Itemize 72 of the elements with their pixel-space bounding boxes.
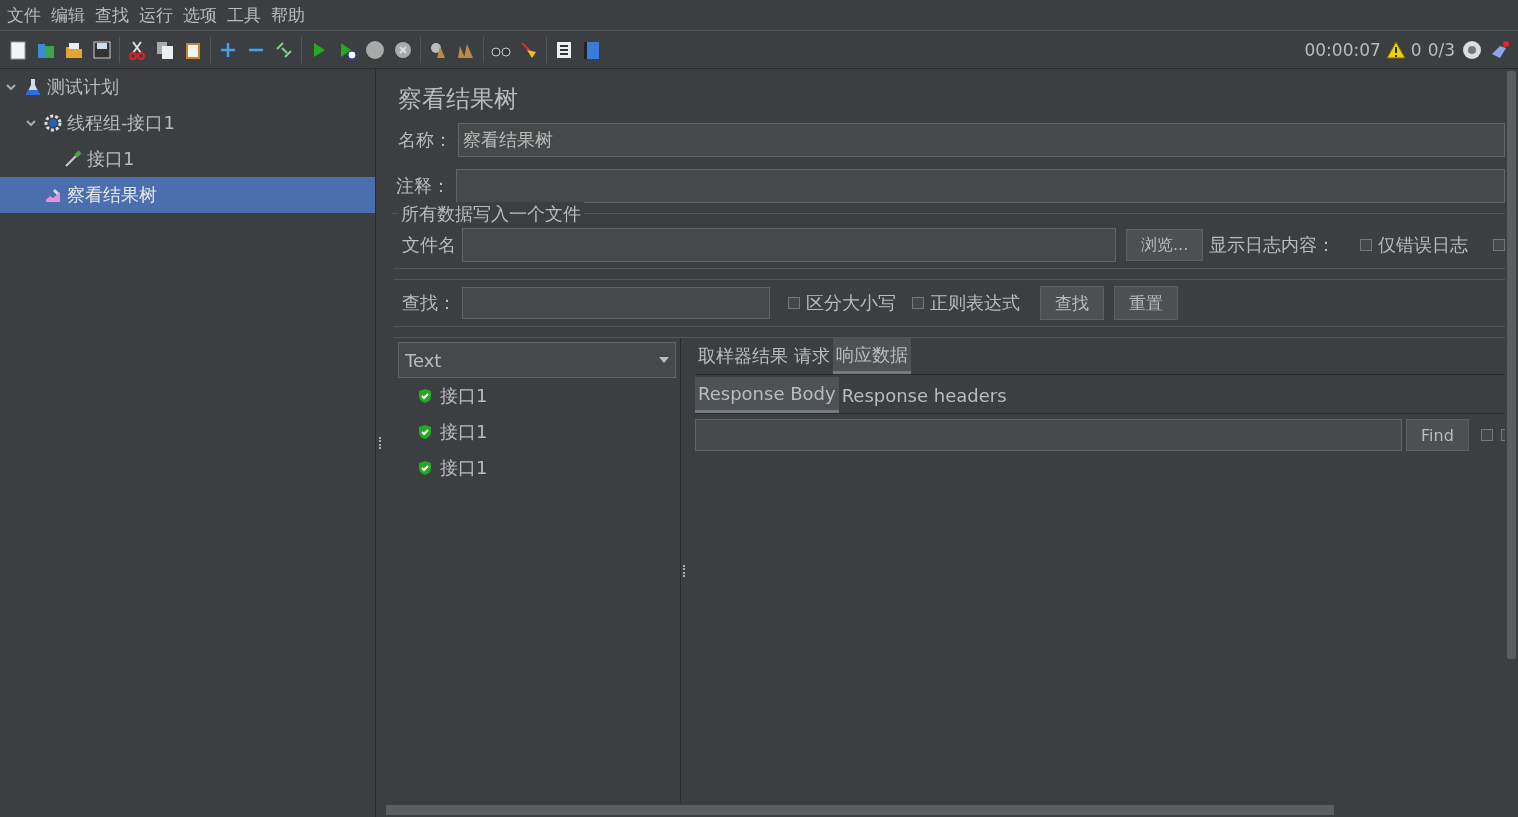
file-name-field[interactable] (462, 228, 1116, 262)
file-name-label: 文件名 (402, 233, 456, 257)
tab[interactable]: 请求 (791, 338, 833, 374)
stop-icon[interactable] (365, 39, 385, 60)
new-document-icon[interactable] (8, 39, 28, 60)
copy-icon[interactable] (155, 39, 175, 60)
checkbox[interactable] (912, 297, 924, 309)
toggle-icon[interactable] (274, 39, 294, 60)
tab[interactable]: Response headers (838, 377, 1010, 413)
help-book-icon[interactable] (582, 39, 602, 60)
scrollbar-thumb[interactable] (1507, 71, 1516, 659)
result-item[interactable]: 接口1 (398, 378, 676, 414)
checkbox-label: 正则表达式 (930, 291, 1020, 315)
log-label: 显示日志内容： (1209, 233, 1336, 257)
splitter-grip[interactable] (379, 437, 383, 449)
menu-item[interactable]: 工具 (222, 3, 266, 27)
tab[interactable]: 响应数据 (833, 338, 911, 374)
result-item[interactable]: 接口1 (398, 414, 676, 450)
menu-item[interactable]: 运行 (134, 3, 178, 27)
scrollbar-thumb[interactable] (386, 805, 1334, 815)
checkbox[interactable] (788, 297, 800, 309)
checkbox[interactable] (1493, 239, 1505, 251)
chart-icon (44, 186, 62, 204)
caret-icon (659, 357, 669, 363)
name-field[interactable]: 察看结果树 (458, 123, 1505, 157)
scissors-icon[interactable] (127, 39, 147, 60)
renderer-dropdown[interactable]: Text (398, 342, 676, 378)
panel-title: 察看结果树 (397, 84, 519, 115)
tree-item[interactable]: 察看结果树 (0, 177, 375, 213)
menu-item[interactable]: 编辑 (46, 3, 90, 27)
checkbox[interactable] (1480, 429, 1493, 441)
menu-item[interactable]: 查找 (90, 3, 134, 27)
checkbox-label: 区分大小写 (806, 291, 896, 315)
search-label: 查找： (402, 291, 456, 315)
success-shield-icon (418, 424, 432, 440)
find-button[interactable]: Find (1406, 419, 1469, 451)
success-shield-icon (418, 388, 432, 404)
shutdown-icon[interactable] (393, 39, 413, 60)
tab[interactable]: 取样器结果 (695, 338, 791, 374)
elapsed-time: 00:00:07 (1304, 39, 1381, 60)
gear-icon (44, 114, 62, 132)
warning-count: 0 (1410, 39, 1422, 60)
tree-item[interactable]: 测试计划 (0, 69, 375, 105)
tree-item[interactable]: 接口1 (0, 141, 375, 177)
save-icon[interactable] (92, 39, 112, 60)
tree-item[interactable]: 线程组-接口1 (0, 105, 375, 141)
splitter-grip[interactable] (683, 564, 687, 577)
menu-item[interactable]: 帮助 (266, 3, 310, 27)
tab[interactable]: Response Body (695, 377, 839, 413)
find-field[interactable] (695, 419, 1402, 451)
section-title: 所有数据写入一个文件 (398, 202, 584, 226)
flask-icon (24, 78, 42, 96)
browse-button[interactable]: 浏览... (1126, 229, 1204, 261)
menu-item[interactable]: 选项 (178, 3, 222, 27)
comment-label: 注释： (396, 174, 450, 198)
broom-icon[interactable] (519, 39, 539, 60)
name-label: 名称： (398, 128, 452, 152)
warning-icon[interactable] (1385, 39, 1406, 60)
remote-icon[interactable] (1462, 39, 1482, 60)
menu-item[interactable]: 文件 (2, 3, 46, 27)
success-shield-icon (418, 460, 432, 476)
result-item[interactable]: 接口1 (398, 450, 676, 486)
search-action-button[interactable]: 查找 (1040, 286, 1104, 320)
search-field[interactable] (462, 287, 770, 319)
list-icon[interactable] (554, 39, 574, 60)
thread-count: 0/3 (1427, 39, 1455, 60)
log-icon[interactable] (1490, 39, 1510, 60)
comment-field[interactable] (456, 169, 1505, 203)
checkbox-label: 仅错误日志 (1378, 233, 1469, 257)
pipette-icon (64, 150, 82, 168)
checkbox[interactable] (1360, 239, 1373, 251)
search-action-button[interactable]: 重置 (1114, 286, 1178, 320)
